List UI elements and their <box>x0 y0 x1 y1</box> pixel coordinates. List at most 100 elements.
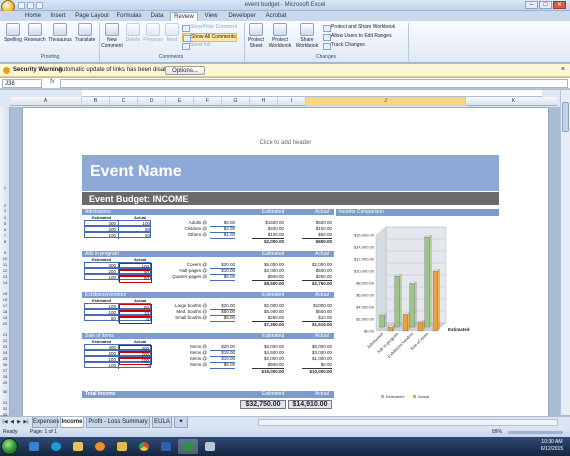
column-header-j[interactable]: J <box>306 97 466 106</box>
column-header-g[interactable]: G <box>222 97 250 106</box>
row-header[interactable]: 8 <box>0 239 10 244</box>
column-header-k[interactable]: K <box>466 97 562 106</box>
tab-page-layout[interactable]: Page Layout <box>72 12 112 21</box>
row-header[interactable]: 26 <box>0 362 10 367</box>
thesaurus-button[interactable]: Thesaurus <box>47 23 73 43</box>
bar-estimated[interactable] <box>409 281 417 328</box>
column-header-d[interactable]: D <box>138 97 166 106</box>
row-header[interactable]: 28 <box>0 374 10 379</box>
row-header[interactable]: 18 <box>0 309 10 314</box>
zoom-slider[interactable] <box>508 431 563 434</box>
column-header-h[interactable]: H <box>250 97 278 106</box>
row-header[interactable]: 16 <box>0 297 10 302</box>
share-workbook-button[interactable]: Share Workbook <box>294 23 320 49</box>
bar-actual[interactable] <box>387 325 395 332</box>
row-header[interactable]: 24 <box>0 350 10 355</box>
start-button[interactable] <box>1 438 18 455</box>
column-header-f[interactable]: F <box>194 97 222 106</box>
row-header[interactable]: 11 <box>0 262 10 267</box>
row-header[interactable]: 6 <box>0 227 10 232</box>
show-ink-button[interactable]: Show Ink <box>182 42 211 50</box>
column-header-c[interactable]: C <box>110 97 138 106</box>
sheet-tab-income[interactable]: Income <box>60 417 84 428</box>
options-button[interactable]: Options... <box>165 66 205 75</box>
row-header[interactable]: 14 <box>0 280 10 285</box>
column-header-e[interactable]: E <box>166 97 194 106</box>
tab-insert[interactable]: Insert <box>46 12 70 21</box>
protect-workbook-button[interactable]: Protect Workbook <box>267 23 293 49</box>
row-header[interactable]: 12 <box>0 268 10 273</box>
row-header[interactable]: 27 <box>0 368 10 373</box>
insert-sheet-icon[interactable]: ✦ <box>174 417 188 428</box>
tab-home[interactable]: Home <box>22 12 44 21</box>
tab-view[interactable]: View <box>200 12 222 21</box>
prev-sheet-icon[interactable]: ◀ <box>9 419 15 426</box>
zoom-level[interactable]: 89% <box>492 428 502 437</box>
first-sheet-icon[interactable]: |◀ <box>2 419 8 426</box>
new-comment-button[interactable]: New Comment <box>101 23 123 49</box>
total-actual-value[interactable]: $14,910.00 <box>288 400 332 409</box>
taskbar-app[interactable] <box>200 439 220 454</box>
row-header[interactable]: 7 <box>0 233 10 238</box>
row-header[interactable]: 23 <box>0 344 10 349</box>
column-header-b[interactable]: B <box>82 97 110 106</box>
row-header[interactable]: 13 <box>0 274 10 279</box>
tab-formulas[interactable]: Formulas <box>114 12 144 21</box>
taskbar-excel[interactable] <box>178 439 198 454</box>
header-placeholder[interactable]: Click to add header <box>23 140 548 146</box>
tab-acrobat[interactable]: Acrobat <box>262 12 290 21</box>
track-changes-button[interactable]: Track Changes <box>323 42 365 50</box>
tab-data[interactable]: Data <box>146 12 168 21</box>
bar-estimated[interactable] <box>424 235 432 328</box>
bar-estimated[interactable] <box>379 313 387 328</box>
delete-comment-button[interactable]: Delete <box>124 23 142 43</box>
row-header[interactable]: 30 <box>0 389 10 394</box>
protect-sheet-button[interactable]: Protect Sheet <box>246 23 266 49</box>
row-header[interactable]: 3 <box>0 208 10 213</box>
row-header[interactable]: 31 <box>0 400 10 405</box>
show-hide-comment-button[interactable]: Show/Hide Comment <box>182 24 237 32</box>
row-header[interactable]: 22 <box>0 338 10 343</box>
show-all-comments-button[interactable]: Show All Comments <box>182 33 237 42</box>
last-sheet-icon[interactable]: ▶| <box>23 419 29 426</box>
taskbar-word[interactable] <box>156 439 176 454</box>
bar-actual[interactable] <box>417 320 425 332</box>
tab-review[interactable]: Review <box>170 12 198 21</box>
close-icon[interactable]: × <box>561 66 565 73</box>
allow-users-edit-ranges-button[interactable]: Allow Users to Edit Ranges <box>323 33 392 41</box>
row-header[interactable]: 10 <box>0 256 10 261</box>
row-header[interactable]: 19 <box>0 315 10 320</box>
row-header[interactable]: 25 <box>0 356 10 361</box>
spelling-button[interactable]: Spelling <box>3 23 23 43</box>
total-estimated-value[interactable]: $32,750.00 <box>240 400 286 409</box>
bar-actual[interactable] <box>402 312 410 332</box>
sheet-tab-expenses[interactable]: Expenses <box>32 417 59 428</box>
column-header-i[interactable]: I <box>278 97 306 106</box>
taskbar-media[interactable] <box>90 439 110 454</box>
name-box[interactable]: J38 <box>2 79 42 88</box>
scroll-thumb[interactable] <box>562 102 569 132</box>
horizontal-scrollbar[interactable] <box>258 419 558 426</box>
event-name[interactable]: Event Name <box>90 163 182 181</box>
row-header[interactable]: 29 <box>0 380 10 385</box>
sheet-tab-eula[interactable]: EULA <box>152 417 172 428</box>
taskbar-folder[interactable] <box>68 439 88 454</box>
income-comparison-chart[interactable]: $0.00 $2,000.00 $4,000.00 $6,000.00 $8,000.0… <box>336 217 499 410</box>
row-header[interactable]: 20 <box>0 321 10 326</box>
row-header[interactable]: 4 <box>0 215 10 220</box>
taskbar-explorer[interactable] <box>24 439 44 454</box>
formula-input[interactable] <box>60 79 568 88</box>
row-header[interactable]: 1 <box>0 185 10 190</box>
sheet-tab-profit-loss[interactable]: Profit - Loss Summary <box>86 417 150 428</box>
research-button[interactable]: Research <box>24 23 46 43</box>
taskbar-outlook[interactable] <box>112 439 132 454</box>
row-header[interactable]: 32 <box>0 406 10 411</box>
minimize-button[interactable]: – <box>525 1 538 9</box>
bar-actual[interactable] <box>432 269 440 332</box>
system-clock[interactable]: 10:30 AM 6/12/2015 <box>534 439 570 453</box>
protect-and-share-button[interactable]: Protect and Share Workbook <box>323 24 395 32</box>
previous-comment-button[interactable]: Previous <box>143 23 163 43</box>
row-header[interactable]: 21 <box>0 332 10 337</box>
column-header-a[interactable]: A <box>10 97 82 106</box>
row-header[interactable]: 9 <box>0 250 10 255</box>
